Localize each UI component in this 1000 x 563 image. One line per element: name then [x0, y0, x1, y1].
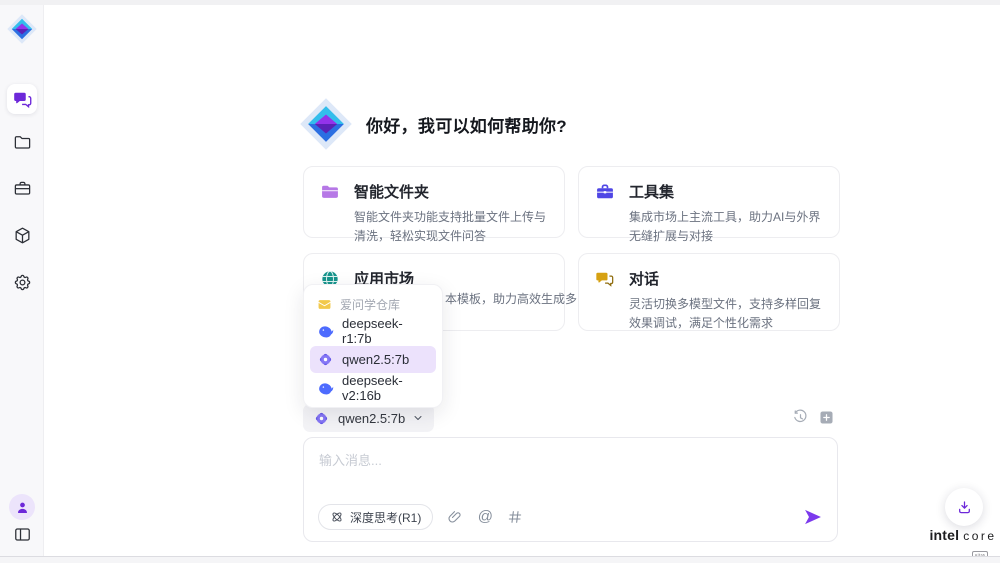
model-option-label: deepseek-v2:16b	[342, 373, 429, 403]
card-description: 智能文件夹功能支持批量文件上传与清洗，轻松实现文件问答	[320, 208, 548, 245]
model-selector-row: qwen2.5:7b	[303, 404, 838, 432]
selected-model-label: qwen2.5:7b	[338, 411, 405, 426]
card-smart-folder[interactable]: 智能文件夹 智能文件夹功能支持批量文件上传与清洗，轻松实现文件问答	[303, 166, 565, 238]
download-icon	[956, 499, 973, 516]
model-selector-button[interactable]: qwen2.5:7b	[303, 404, 434, 432]
attachment-icon[interactable]	[447, 509, 463, 525]
card-toolset[interactable]: 工具集 集成市场上主流工具，助力AI与外界无缝扩展与对接	[578, 166, 840, 238]
model-dropdown: 爱问学仓库 deepseek-r1:7b qwen2.5:7b	[303, 284, 443, 408]
main-content: 你好，我可以如何帮助你? 智能文件夹 智能文件夹功能支持批量文件上传与清洗，轻松…	[45, 5, 1000, 555]
greeting-block: 你好，我可以如何帮助你?	[298, 96, 567, 152]
download-button[interactable]	[945, 488, 983, 526]
card-conversation[interactable]: 对话 灵活切换多模型文件，支持多样回复效果调试，满足个性化需求	[578, 253, 840, 331]
repository-icon	[317, 297, 332, 312]
message-input[interactable]	[319, 450, 819, 498]
composer-toolbar: 深度思考(R1) @	[318, 504, 823, 530]
atom-icon	[330, 510, 344, 524]
app-logo	[6, 13, 38, 45]
qwen-icon	[313, 410, 330, 427]
sidebar	[0, 5, 44, 556]
cube-icon	[13, 226, 32, 245]
sidebar-item-settings[interactable]	[7, 267, 37, 297]
model-repo-label: 爱问学仓库	[340, 296, 400, 313]
greeting-title: 你好，我可以如何帮助你?	[366, 112, 567, 137]
folder-icon	[13, 133, 32, 152]
diamond-logo-icon	[298, 96, 354, 152]
gear-icon	[13, 273, 32, 292]
core-wordmark: core	[963, 529, 996, 543]
card-description: 集成市场上主流工具，助力AI与外界无缝扩展与对接	[595, 208, 823, 245]
briefcase-icon	[13, 179, 32, 198]
window-bottom-edge	[0, 556, 1000, 563]
model-option-label: qwen2.5:7b	[342, 352, 409, 367]
sidebar-item-account[interactable]	[7, 492, 37, 522]
briefcase-icon	[595, 182, 615, 202]
history-icon[interactable]	[792, 409, 809, 426]
new-chat-icon[interactable]	[818, 409, 835, 426]
card-description: 本模板，助力高效生成多	[445, 290, 575, 309]
card-description: 灵活切换多模型文件，支持多样回复效果调试，满足个性化需求	[595, 295, 823, 332]
message-composer: 深度思考(R1) @	[303, 437, 838, 542]
model-option-label: deepseek-r1:7b	[342, 316, 429, 346]
intel-wordmark: intel	[929, 527, 959, 543]
card-title: 对话	[629, 268, 659, 289]
folder-icon	[320, 182, 340, 202]
panel-columns-icon	[13, 525, 32, 544]
card-title: 智能文件夹	[354, 181, 429, 202]
sidebar-item-folders[interactable]	[7, 127, 37, 157]
sidebar-collapse-button[interactable]	[7, 519, 37, 549]
model-repo-header: 爱问学仓库	[310, 292, 436, 316]
deepseek-icon	[317, 380, 334, 397]
chat-icon	[595, 269, 615, 289]
hash-icon[interactable]	[507, 509, 523, 525]
model-option-qwen[interactable]: qwen2.5:7b	[310, 346, 436, 373]
user-icon	[15, 500, 30, 515]
model-option-deepseek-r1[interactable]: deepseek-r1:7b	[310, 319, 436, 343]
model-option-deepseek-v2[interactable]: deepseek-v2:16b	[310, 376, 436, 400]
chat-actions	[792, 409, 835, 426]
sidebar-item-toolset[interactable]	[7, 173, 37, 203]
deep-think-label: 深度思考(R1)	[350, 509, 421, 526]
deep-think-toggle[interactable]: 深度思考(R1)	[318, 504, 433, 530]
sidebar-item-chat[interactable]	[7, 84, 37, 114]
diamond-logo-icon	[6, 13, 38, 45]
chat-bubbles-icon	[13, 90, 32, 109]
sidebar-item-apps[interactable]	[7, 220, 37, 250]
deepseek-icon	[317, 323, 334, 340]
card-title: 工具集	[629, 181, 674, 202]
avatar	[9, 494, 35, 520]
send-icon[interactable]	[803, 507, 823, 527]
mention-icon[interactable]: @	[477, 509, 493, 525]
qwen-icon	[317, 351, 334, 368]
app-window: 你好，我可以如何帮助你? 智能文件夹 智能文件夹功能支持批量文件上传与清洗，轻松…	[0, 0, 1000, 563]
chevron-down-icon	[412, 412, 424, 424]
